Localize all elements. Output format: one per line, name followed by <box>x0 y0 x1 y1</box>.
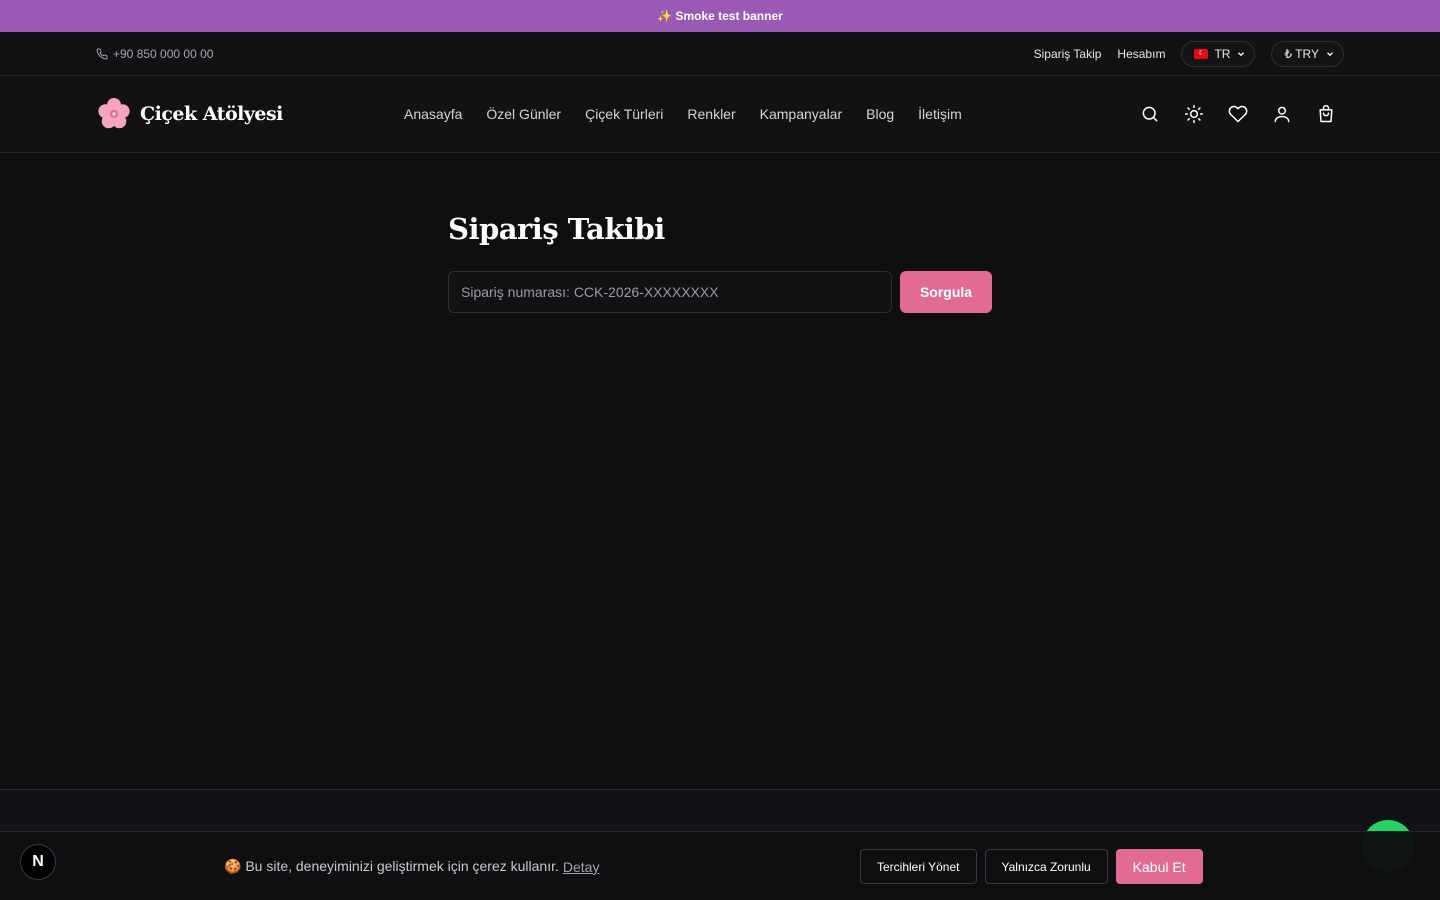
necessary-only-button[interactable]: Yalnızca Zorunlu <box>984 849 1108 884</box>
banner-text: ✨ Smoke test banner <box>657 9 783 23</box>
nav-item-campaigns[interactable]: Kampanyalar <box>760 106 843 122</box>
bag-icon[interactable] <box>1316 104 1336 124</box>
cookie-text: 🍪 Bu site, deneyiminizi geliştirmek için… <box>224 858 559 874</box>
main-header: Çiçek Atölyesi Anasayfa Özel Günler Çiçe… <box>0 76 1440 153</box>
top-bar: +90 850 000 00 00 Sipariş Takip Hesabım … <box>0 32 1440 76</box>
query-button[interactable]: Sorgula <box>900 271 992 313</box>
cookie-detail-link[interactable]: Detay <box>563 859 600 875</box>
currency-value: ₺ TRY <box>1284 46 1319 61</box>
theme-toggle-icon[interactable] <box>1184 104 1204 124</box>
cookie-message: 🍪 Bu site, deneyiminizi geliştirmek için… <box>224 832 599 900</box>
page-title: Sipariş Takibi <box>448 212 665 246</box>
order-number-input[interactable] <box>448 271 892 313</box>
site-logo[interactable]: Çiçek Atölyesi <box>96 96 283 132</box>
order-tracking-form: Sorgula <box>448 271 992 313</box>
flower-logo-icon <box>98 98 130 129</box>
heart-icon[interactable] <box>1228 104 1248 124</box>
nav-item-home[interactable]: Anasayfa <box>404 106 462 122</box>
language-select[interactable]: ☾ TR <box>1181 40 1256 67</box>
nav-item-contact[interactable]: İletişim <box>918 106 962 122</box>
phone-number: +90 850 000 00 00 <box>113 46 214 61</box>
logo-text: Çiçek Atölyesi <box>140 103 283 125</box>
main-nav: Anasayfa Özel Günler Çiçek Türleri Renkl… <box>404 76 962 152</box>
search-icon[interactable] <box>1140 104 1160 124</box>
accept-cookies-button[interactable]: Kabul Et <box>1115 849 1203 884</box>
currency-select[interactable]: ₺ TRY <box>1271 40 1344 67</box>
order-tracking-section: Sipariş Takibi Sorgula <box>448 212 992 313</box>
language-value: TR <box>1214 46 1231 61</box>
nav-item-flower-types[interactable]: Çiçek Türleri <box>585 106 663 122</box>
user-icon[interactable] <box>1272 104 1292 124</box>
dev-tools-badge[interactable]: N <box>20 844 56 880</box>
cookie-consent-bar: 🍪 Bu site, deneyiminizi geliştirmek için… <box>0 831 1440 900</box>
nav-item-special-days[interactable]: Özel Günler <box>486 106 561 122</box>
nav-item-blog[interactable]: Blog <box>866 106 894 122</box>
phone-icon <box>96 47 108 59</box>
manage-preferences-button[interactable]: Tercihleri Yönet <box>860 849 977 884</box>
chevron-down-icon <box>1238 51 1245 56</box>
announcement-banner: ✨ Smoke test banner <box>0 0 1440 32</box>
nav-item-colors[interactable]: Renkler <box>687 106 735 122</box>
phone-contact[interactable]: +90 850 000 00 00 <box>96 32 213 75</box>
turkey-flag-icon: ☾ <box>1194 48 1209 59</box>
chevron-down-icon <box>1327 51 1333 56</box>
order-tracking-link[interactable]: Sipariş Takip <box>1034 47 1102 61</box>
account-link[interactable]: Hesabım <box>1117 47 1165 61</box>
